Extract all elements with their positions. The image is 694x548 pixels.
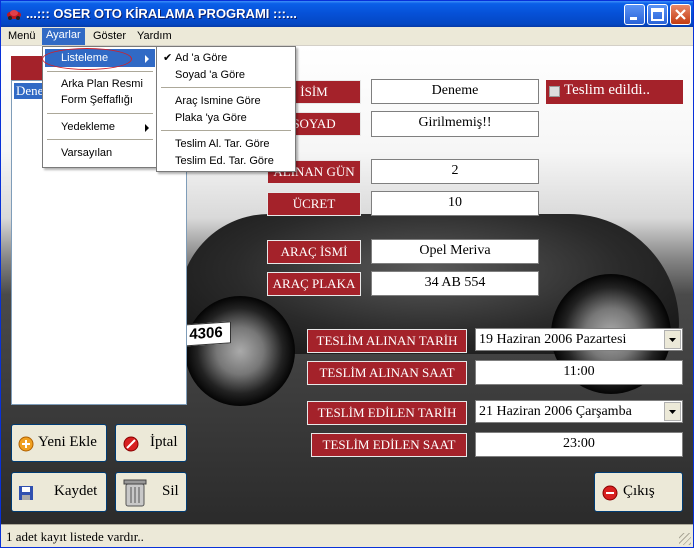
soyad-field[interactable]: Girilmemiş!! xyxy=(371,111,539,137)
resize-grip[interactable] xyxy=(679,533,691,545)
teslim-alinan-saat-label: TESLİM ALINAN SAAT xyxy=(307,361,467,385)
teslim-edilen-saat-label: TESLİM EDİLEN SAAT xyxy=(311,433,467,457)
kaydet-button[interactable]: Kaydet xyxy=(11,472,107,512)
menu-item-teslim-ed-tar-gore[interactable]: Teslim Ed. Tar. Göre xyxy=(159,152,293,170)
menu-item-form-seffafligi[interactable]: Form Şeffaflığı xyxy=(45,91,155,109)
listeleme-submenu: ✔ Ad 'a Göre Soyad 'a Göre Araç Ismine G… xyxy=(156,46,296,172)
kaydet-label: Kaydet xyxy=(54,483,98,499)
alinan-gun-field[interactable]: 2 xyxy=(371,159,539,184)
car-wheel-front xyxy=(185,296,295,406)
teslim-alinan-saat-field[interactable]: 11:00 xyxy=(475,360,683,385)
menu-item-yedekleme-label: Yedekleme xyxy=(61,121,116,133)
menu-item-listeleme[interactable]: Listeleme xyxy=(45,49,155,67)
ucret-field[interactable]: 10 xyxy=(371,191,539,216)
yeni-ekle-label: Yeni Ekle xyxy=(38,434,97,450)
check-icon: ✔ xyxy=(163,52,173,64)
menu-item-varsayilan[interactable]: Varsayılan xyxy=(45,144,155,162)
menu-item-plaka-ya-gore[interactable]: Plaka 'ya Göre xyxy=(159,109,293,127)
status-text: 1 adet kayıt listede vardır.. xyxy=(6,529,144,544)
menu-item-ad-a-gore-label: Ad 'a Göre xyxy=(175,52,228,64)
menu-item-yedekleme[interactable]: Yedekleme xyxy=(45,118,155,136)
floppy-disk-icon xyxy=(19,486,33,500)
menu-item-ad-a-gore[interactable]: ✔ Ad 'a Göre xyxy=(159,49,293,67)
arac-ismi-label: ARAÇ İSMİ xyxy=(267,240,361,264)
teslim-alinan-tarih-picker[interactable]: 19 Haziran 2006 Pazartesi xyxy=(475,328,683,351)
cikis-label: Çıkış xyxy=(623,483,655,499)
menu-item-arac-ismine-gore[interactable]: Araç Ismine Göre xyxy=(159,92,293,110)
menu-separator xyxy=(161,87,291,88)
iptal-button[interactable]: İptal xyxy=(115,424,187,462)
car-plate: 4306 xyxy=(181,321,231,347)
teslim-alinan-tarih-label: TESLİM ALINAN TARİH xyxy=(307,329,467,353)
maximize-icon xyxy=(651,8,664,21)
menu-item-teslim-al-tar-gore[interactable]: Teslim Al. Tar. Göre xyxy=(159,135,293,153)
submenu-arrow-icon xyxy=(145,55,149,63)
teslim-edilen-tarih-picker[interactable]: 21 Haziran 2006 Çarşamba xyxy=(475,400,683,423)
add-circle-icon xyxy=(18,436,34,452)
menu-item-listeleme-label: Listeleme xyxy=(61,52,109,64)
car-icon xyxy=(7,10,21,20)
yeni-ekle-button[interactable]: Yeni Ekle xyxy=(11,424,107,462)
teslim-alinan-tarih-value: 19 Haziran 2006 Pazartesi xyxy=(479,332,627,347)
menu-item-soyad-a-gore[interactable]: Soyad 'a Göre xyxy=(159,66,293,84)
menu-separator xyxy=(47,71,153,72)
status-bar: 1 adet kayıt listede vardır.. xyxy=(1,524,693,547)
teslim-alinan-tarih-dropdown-button[interactable] xyxy=(664,330,681,349)
teslim-edilen-tarih-value: 21 Haziran 2006 Çarşamba xyxy=(479,404,632,419)
teslim-edilen-tarih-dropdown-button[interactable] xyxy=(664,402,681,421)
menu-menu[interactable]: Menü xyxy=(4,29,40,43)
cancel-icon xyxy=(123,436,139,452)
submenu-arrow-icon xyxy=(145,124,149,132)
trash-can-icon xyxy=(123,479,147,507)
ucret-label: ÜCRET xyxy=(267,192,361,216)
menu-separator xyxy=(161,130,291,131)
main-window: ...::: OSER OTO KİRALAMA PROGRAMI :::...… xyxy=(0,0,694,548)
sil-label: Sil xyxy=(162,483,179,499)
minimize-button[interactable] xyxy=(624,4,645,25)
teslim-edildi-label: Teslim edildi.. xyxy=(564,82,651,98)
checkbox-box[interactable] xyxy=(549,86,560,97)
menu-yardim[interactable]: Yardım xyxy=(133,29,176,43)
menu-separator xyxy=(47,113,153,114)
cikis-button[interactable]: Çıkış xyxy=(594,472,683,512)
chevron-down-icon xyxy=(669,338,676,342)
isim-field[interactable]: Deneme xyxy=(371,79,539,104)
exit-icon xyxy=(602,485,618,501)
close-button[interactable] xyxy=(670,4,691,25)
menu-separator xyxy=(47,139,153,140)
arac-ismi-field[interactable]: Opel Meriva xyxy=(371,239,539,264)
teslim-edilen-tarih-label: TESLİM EDİLEN TARİH xyxy=(307,401,467,425)
teslim-edildi-checkbox[interactable]: Teslim edildi.. xyxy=(546,80,683,104)
arac-plaka-field[interactable]: 34 AB 554 xyxy=(371,271,539,296)
sil-button[interactable]: Sil xyxy=(115,472,187,512)
menu-goster[interactable]: Göster xyxy=(89,29,130,43)
minimize-icon xyxy=(630,17,637,20)
window-title: ...::: OSER OTO KİRALAMA PROGRAMI :::... xyxy=(26,6,297,21)
chevron-down-icon xyxy=(669,410,676,414)
title-bar[interactable]: ...::: OSER OTO KİRALAMA PROGRAMI :::... xyxy=(1,1,693,27)
menu-ayarlar[interactable]: Ayarlar xyxy=(42,28,85,45)
maximize-button[interactable] xyxy=(647,4,668,25)
arac-plaka-label: ARAÇ PLAKA xyxy=(267,272,361,296)
menu-bar: Menü Ayarlar Göster Yardım xyxy=(1,27,693,46)
teslim-edilen-saat-field[interactable]: 23:00 xyxy=(475,432,683,457)
iptal-label: İptal xyxy=(150,434,178,450)
ayarlar-menu-dropdown: Listeleme Arka Plan Resmi Form Şeffaflığ… xyxy=(42,46,158,168)
close-icon xyxy=(675,9,686,20)
